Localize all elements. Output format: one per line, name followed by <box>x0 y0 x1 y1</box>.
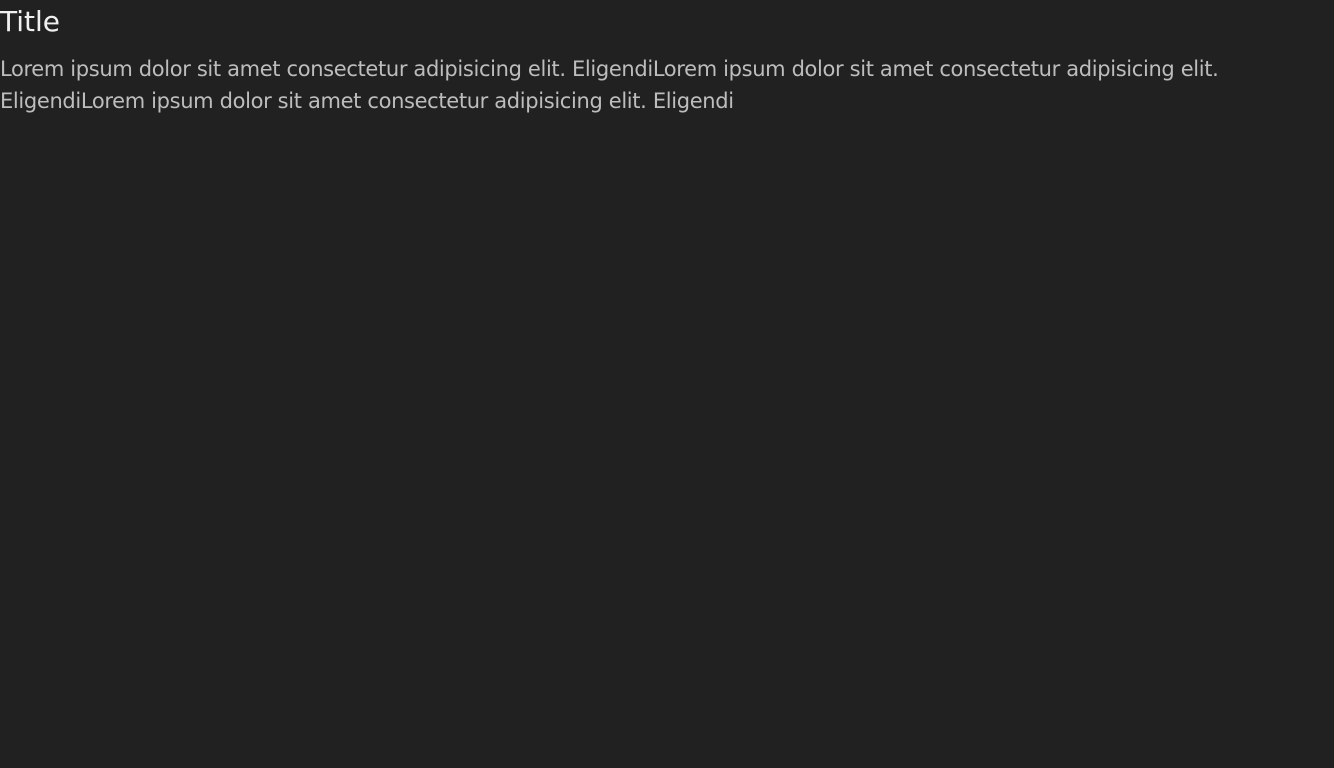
body-paragraph: Lorem ipsum dolor sit amet consectetur a… <box>0 57 1219 113</box>
page-title: Title <box>0 5 61 38</box>
page-root: Title Lorem ipsum dolor sit amet consect… <box>0 0 1334 768</box>
